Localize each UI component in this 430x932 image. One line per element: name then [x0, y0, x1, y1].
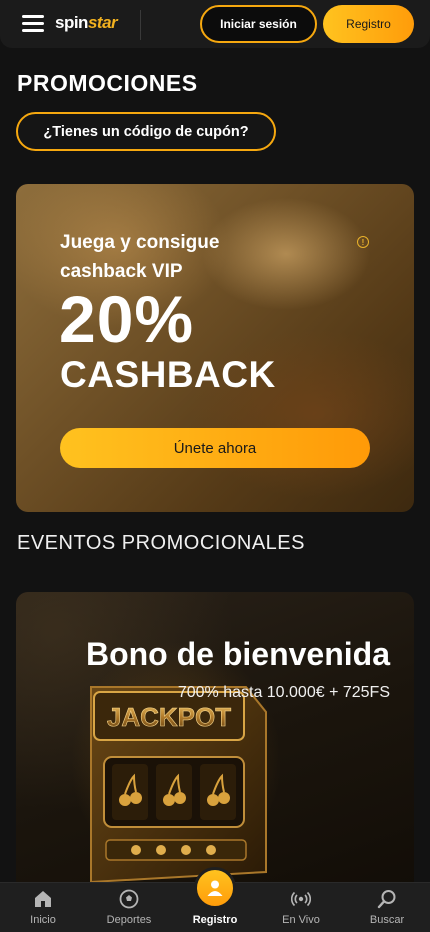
- spinstar-logo[interactable]: spinstar: [55, 13, 118, 33]
- cashback-promo-card[interactable]: Juega y consigue cashback VIP ! 20% CASH…: [16, 184, 414, 512]
- nav-item-registro[interactable]: Registro: [172, 867, 258, 932]
- register-fab-button[interactable]: [194, 867, 236, 909]
- top-header: spinstar Iniciar sesión Registro: [0, 0, 430, 48]
- live-broadcast-icon: [291, 891, 311, 907]
- search-icon: [377, 890, 396, 909]
- welcome-bonus-title: Bono de bienvenida: [85, 636, 390, 672]
- header-divider: [140, 10, 141, 40]
- nav-label: Buscar: [369, 914, 405, 926]
- jackpot-sign-text: JACKPOT: [107, 702, 231, 732]
- nav-item-deportes[interactable]: Deportes: [86, 883, 172, 932]
- welcome-bonus-card[interactable]: JACKPOT Bono de bienvenida 700% hasta 10…: [16, 592, 414, 892]
- nav-item-en-vivo[interactable]: En Vivo: [258, 883, 344, 932]
- soccer-ball-icon: [119, 889, 139, 909]
- home-icon: [35, 891, 51, 907]
- bottom-navigation: Inicio Deportes Registro En Vivo Buscar: [0, 867, 430, 932]
- page-title: PROMOCIONES: [17, 70, 198, 96]
- logo-text-primary: spin: [55, 13, 88, 32]
- promo-subtitle: Juega y consigue cashback VIP: [60, 232, 220, 282]
- promo-percentage: 20%: [59, 282, 195, 356]
- logo-text-accent: star: [87, 13, 118, 32]
- nav-item-inicio[interactable]: Inicio: [0, 883, 86, 932]
- info-icon[interactable]: !: [357, 236, 369, 248]
- nav-item-buscar[interactable]: Buscar: [344, 883, 430, 932]
- login-button[interactable]: Iniciar sesión: [200, 5, 317, 43]
- hamburger-menu-icon[interactable]: [22, 14, 44, 32]
- events-section-title: EVENTOS PROMOCIONALES: [17, 532, 305, 554]
- nav-label: Inicio: [30, 914, 56, 926]
- nav-label: En Vivo: [282, 914, 320, 926]
- register-button[interactable]: Registro: [323, 5, 414, 43]
- welcome-bonus-subtitle: 700% hasta 10.000€ + 725FS: [177, 684, 390, 701]
- promo-headline: CASHBACK: [60, 354, 276, 395]
- nav-label: Registro: [192, 914, 238, 926]
- user-icon: [207, 880, 223, 896]
- coupon-code-button[interactable]: ¿Tienes un código de cupón?: [16, 112, 276, 151]
- jackpot-slot-machine-illustration: JACKPOT: [90, 686, 267, 884]
- nav-label: Deportes: [106, 914, 152, 926]
- join-now-button[interactable]: Únete ahora: [60, 428, 370, 468]
